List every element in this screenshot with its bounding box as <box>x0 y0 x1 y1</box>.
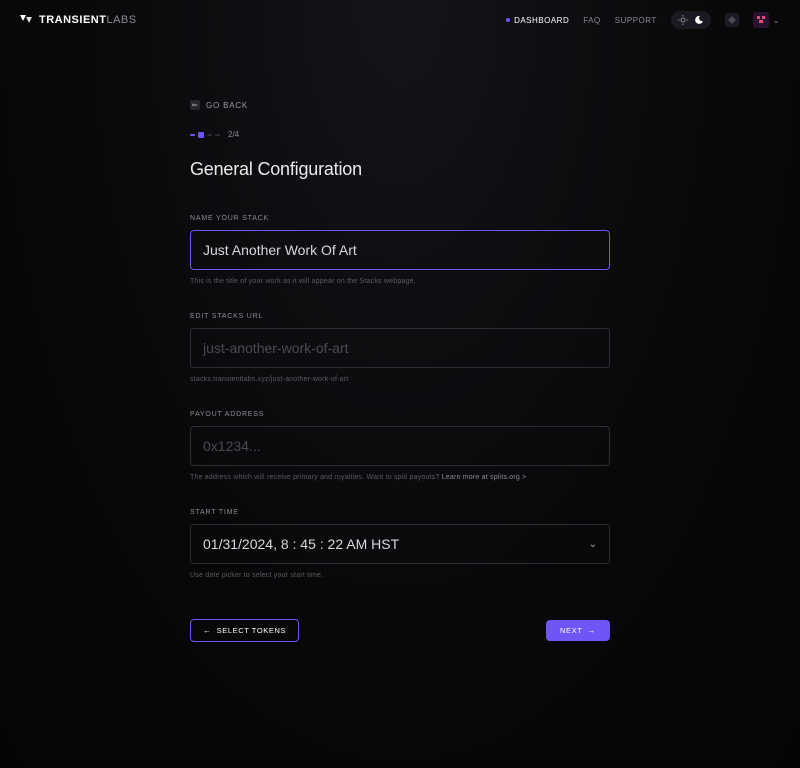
start-time-picker[interactable]: 01/31/2024, 8 : 45 : 22 AM HST ⌄ <box>190 524 610 564</box>
splits-link[interactable]: Learn more at splits.org > <box>442 474 527 481</box>
name-label: NAME YOUR STACK <box>190 215 610 222</box>
next-label: NEXT <box>560 626 582 635</box>
go-back-label: GO BACK <box>206 101 248 110</box>
field-payout: PAYOUT ADDRESS 0x1234... The address whi… <box>190 411 610 481</box>
start-value: 01/31/2024, 8 : 45 : 22 AM HST <box>203 536 399 552</box>
start-helper: Use date picker to select your start tim… <box>190 572 610 579</box>
user-menu[interactable]: ⌄ <box>753 12 780 28</box>
field-url: EDIT STACKS URL just-another-work-of-art… <box>190 313 610 383</box>
name-helper: This is the title of your work as it wil… <box>190 278 610 285</box>
progress-step-3 <box>207 134 212 136</box>
chevron-down-icon: ⌄ <box>589 539 597 550</box>
payout-label: PAYOUT ADDRESS <box>190 411 610 418</box>
sun-icon <box>677 14 689 26</box>
theme-toggle[interactable] <box>671 11 711 29</box>
nav-support[interactable]: SUPPORT <box>615 16 657 25</box>
progress-indicator <box>190 132 220 138</box>
field-start-time: START TIME 01/31/2024, 8 : 45 : 22 AM HS… <box>190 509 610 579</box>
arrow-left-icon: ← <box>203 626 212 635</box>
brand-strong: TRANSIENT <box>39 14 106 26</box>
start-label: START TIME <box>190 509 610 516</box>
next-button[interactable]: NEXT → <box>546 620 610 641</box>
progress-step-4 <box>215 134 220 136</box>
moon-icon <box>693 14 705 26</box>
payout-input[interactable]: 0x1234... <box>190 426 610 466</box>
payout-helper-text: The address which will receive primary a… <box>190 474 442 481</box>
name-input[interactable]: Just Another Work Of Art <box>190 230 610 270</box>
page-title: General Configuration <box>190 159 610 180</box>
progress-step-1 <box>190 134 195 136</box>
footer-buttons: ← SELECT TOKENS NEXT → <box>190 619 610 642</box>
progress-step-2 <box>198 132 204 138</box>
brand-logo[interactable]: TRANSIENTLABS <box>20 14 137 26</box>
nav-faq[interactable]: FAQ <box>583 16 601 25</box>
nav-dashboard[interactable]: DASHBOARD <box>506 16 569 25</box>
select-tokens-button[interactable]: ← SELECT TOKENS <box>190 619 299 642</box>
select-tokens-label: SELECT TOKENS <box>217 626 287 635</box>
payout-placeholder: 0x1234... <box>203 438 261 454</box>
url-helper: stacks.transientlabs.xyz/just-another-wo… <box>190 376 610 383</box>
url-input[interactable]: just-another-work-of-art <box>190 328 610 368</box>
back-arrow-icon: ⇐ <box>190 100 200 110</box>
progress-count: 2/4 <box>228 130 239 139</box>
name-value: Just Another Work Of Art <box>203 242 357 258</box>
avatar-icon <box>753 12 769 28</box>
field-name: NAME YOUR STACK Just Another Work Of Art… <box>190 215 610 285</box>
payout-helper: The address which will receive primary a… <box>190 474 610 481</box>
progress-row: 2/4 <box>190 130 610 139</box>
go-back-button[interactable]: ⇐ GO BACK <box>190 100 610 110</box>
chevron-down-icon: ⌄ <box>773 16 780 25</box>
top-nav: DASHBOARD FAQ SUPPORT ⌄ <box>506 11 780 29</box>
arrow-right-icon: → <box>587 626 596 635</box>
page-content: ⇐ GO BACK 2/4 General Configuration NAME… <box>190 100 610 642</box>
brand-light: LABS <box>106 14 136 26</box>
url-label: EDIT STACKS URL <box>190 313 610 320</box>
url-placeholder: just-another-work-of-art <box>203 340 349 356</box>
wallet-icon[interactable] <box>725 13 739 27</box>
top-bar: TRANSIENTLABS DASHBOARD FAQ SUPPORT ⌄ <box>0 0 800 40</box>
brand-glyph-icon <box>20 15 34 25</box>
